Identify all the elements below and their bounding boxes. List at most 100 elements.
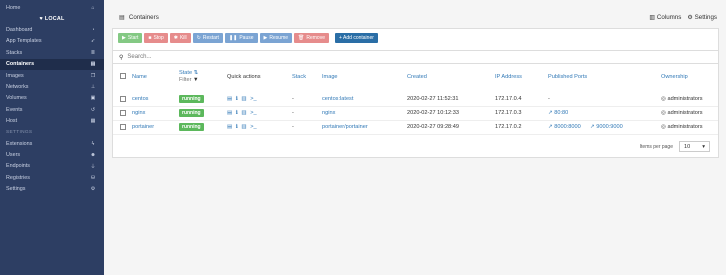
sidebar-item-label: Settings — [6, 186, 26, 193]
quick-actions: ▤ ℹ ▥ >_ — [227, 124, 257, 130]
pause-button[interactable]: ❚❚ Pause — [224, 33, 258, 43]
container-name-link[interactable]: centos — [132, 96, 148, 102]
stats-icon[interactable]: ▥ — [241, 110, 246, 116]
port-link[interactable]: ↗ 8000:8000 — [548, 124, 581, 130]
columns-label: Columns — [656, 14, 682, 21]
ownership-label: administrators — [667, 96, 703, 102]
external-link-icon: ↗ — [548, 110, 553, 116]
sidebar-item-extensions[interactable]: Extensions ϟ — [0, 138, 104, 149]
search-bar: ⚲ Search... — [113, 50, 718, 64]
column-header-ownership[interactable]: Ownership — [661, 74, 688, 80]
state-header-label: State — [179, 70, 193, 76]
status-badge: running — [179, 94, 204, 103]
sidebar-item-users[interactable]: Users ☻ — [0, 149, 104, 160]
sidebar-item-app-templates[interactable]: App Templates ➶ — [0, 36, 104, 47]
image-link[interactable]: nginx — [322, 110, 335, 116]
add-container-button[interactable]: + Add container — [335, 33, 378, 43]
sidebar-item-label: Registries — [6, 174, 30, 181]
search-input[interactable]: Search... — [127, 54, 151, 60]
ownership-label: administrators — [667, 110, 703, 116]
settings-button[interactable]: ⚙ Settings — [687, 14, 717, 21]
port-link[interactable]: ↗ 80:80 — [548, 110, 568, 116]
stop-button[interactable]: ■ Stop — [144, 33, 168, 43]
sidebar-item-dashboard[interactable]: Dashboard ◔ — [0, 24, 104, 35]
image-link[interactable]: centos:latest — [322, 96, 353, 102]
resume-button[interactable]: ▶ Resume — [259, 33, 293, 43]
kill-label: Kill — [179, 35, 187, 41]
stats-icon[interactable]: ▥ — [241, 96, 246, 102]
column-header-state[interactable]: State ⇅ Filter ▼ — [179, 70, 199, 84]
console-icon[interactable]: >_ — [250, 124, 256, 130]
sidebar-item-containers[interactable]: Containers ▤ — [0, 58, 104, 70]
trash-icon: 🗑 — [298, 35, 305, 41]
column-header-stack[interactable]: Stack — [292, 74, 306, 80]
container-name-link[interactable]: portainer — [132, 124, 154, 130]
main-content: ▤ Containers ▥ Columns ⚙ Settings ▶ Start… — [104, 0, 726, 275]
sidebar-item-events[interactable]: Events ↺ — [0, 104, 104, 115]
ownership-cell: ◎ administrators — [661, 110, 703, 116]
logs-icon[interactable]: ▤ — [227, 124, 232, 130]
column-header-ports[interactable]: Published Ports — [548, 74, 587, 80]
items-per-page-value: 10 — [684, 143, 691, 150]
column-header-created[interactable]: Created — [407, 74, 427, 80]
column-header-quick-actions: Quick actions — [227, 74, 261, 80]
resume-label: Resume — [269, 35, 289, 41]
pause-label: Pause — [239, 35, 254, 41]
sidebar-item-settings[interactable]: Settings ⚙ — [0, 183, 104, 194]
row-checkbox[interactable] — [120, 96, 126, 102]
stack-cell: - — [292, 124, 294, 130]
restart-button[interactable]: ↻ Restart — [192, 33, 223, 43]
inspect-icon[interactable]: ℹ — [236, 96, 238, 102]
inspect-icon[interactable]: ℹ — [236, 124, 238, 130]
table-row: centos running ▤ ℹ ▥ >_ - centos:latest 202… — [113, 93, 718, 107]
sidebar-item-stacks[interactable]: Stacks ≣ — [0, 47, 104, 58]
sidebar-item-registries[interactable]: Registries ⛁ — [0, 172, 104, 183]
columns-button[interactable]: ▥ Columns — [649, 14, 681, 21]
row-checkbox[interactable] — [120, 110, 126, 116]
start-button[interactable]: ▶ Start — [118, 33, 143, 43]
sidebar-item-networks[interactable]: Networks ⊥ — [0, 81, 104, 92]
sidebar-item-volumes[interactable]: Volumes ▣ — [0, 93, 104, 104]
kill-button[interactable]: ✱ Kill — [169, 33, 191, 43]
inspect-icon[interactable]: ℹ — [236, 110, 238, 116]
column-header-image[interactable]: Image — [322, 74, 338, 80]
stats-icon[interactable]: ▥ — [241, 124, 246, 130]
image-link[interactable]: portainer/portainer — [322, 124, 368, 130]
rocket-icon: ➶ — [90, 38, 96, 45]
created-cell: 2020-02-27 09:28:49 — [407, 124, 459, 130]
row-checkbox[interactable] — [120, 124, 126, 130]
status-badge: running — [179, 108, 204, 117]
endpoint-label: LOCAL — [44, 15, 65, 22]
sidebar-item-host[interactable]: Host ▦ — [0, 116, 104, 127]
users-icon: ☻ — [90, 151, 96, 158]
start-label: Start — [127, 35, 139, 41]
sidebar-item-home[interactable]: Home ⌂ — [0, 2, 104, 13]
console-icon[interactable]: >_ — [250, 110, 256, 116]
stack-cell: - — [292, 110, 294, 116]
port-link[interactable]: ↗ 9000:9000 — [590, 124, 623, 130]
sidebar-item-endpoints[interactable]: Endpoints ⏚ — [0, 161, 104, 172]
logs-icon[interactable]: ▤ — [227, 110, 232, 116]
ip-cell: 172.17.0.4 — [495, 96, 522, 102]
console-icon[interactable]: >_ — [250, 96, 256, 102]
play-icon: ▶ — [263, 35, 268, 41]
created-cell: 2020-02-27 11:52:31 — [407, 96, 459, 102]
clone-icon: ❐ — [90, 72, 96, 79]
table-icon: ▤ — [119, 14, 125, 21]
items-per-page-select[interactable]: 10 ▾ — [679, 141, 710, 152]
bomb-icon: ✱ — [173, 35, 178, 41]
external-link-icon: ↗ — [548, 124, 553, 130]
endpoint-icon: ♥ — [39, 15, 43, 22]
sidebar-item-images[interactable]: Images ❐ — [0, 70, 104, 81]
pagination-controls: Items per page 10 ▾ — [640, 141, 710, 152]
state-filter-label[interactable]: Filter — [179, 77, 191, 83]
search-icon: ⚲ — [119, 54, 124, 61]
logs-icon[interactable]: ▤ — [227, 96, 232, 102]
list-icon: ≣ — [90, 49, 96, 56]
container-name-link[interactable]: nginx — [132, 110, 145, 116]
column-header-name[interactable]: Name — [132, 74, 147, 80]
select-all-checkbox[interactable] — [120, 73, 126, 79]
column-header-ip[interactable]: IP Address — [495, 74, 522, 80]
sidebar-item-label: Events — [6, 106, 23, 113]
remove-button[interactable]: 🗑 Remove — [294, 33, 329, 43]
